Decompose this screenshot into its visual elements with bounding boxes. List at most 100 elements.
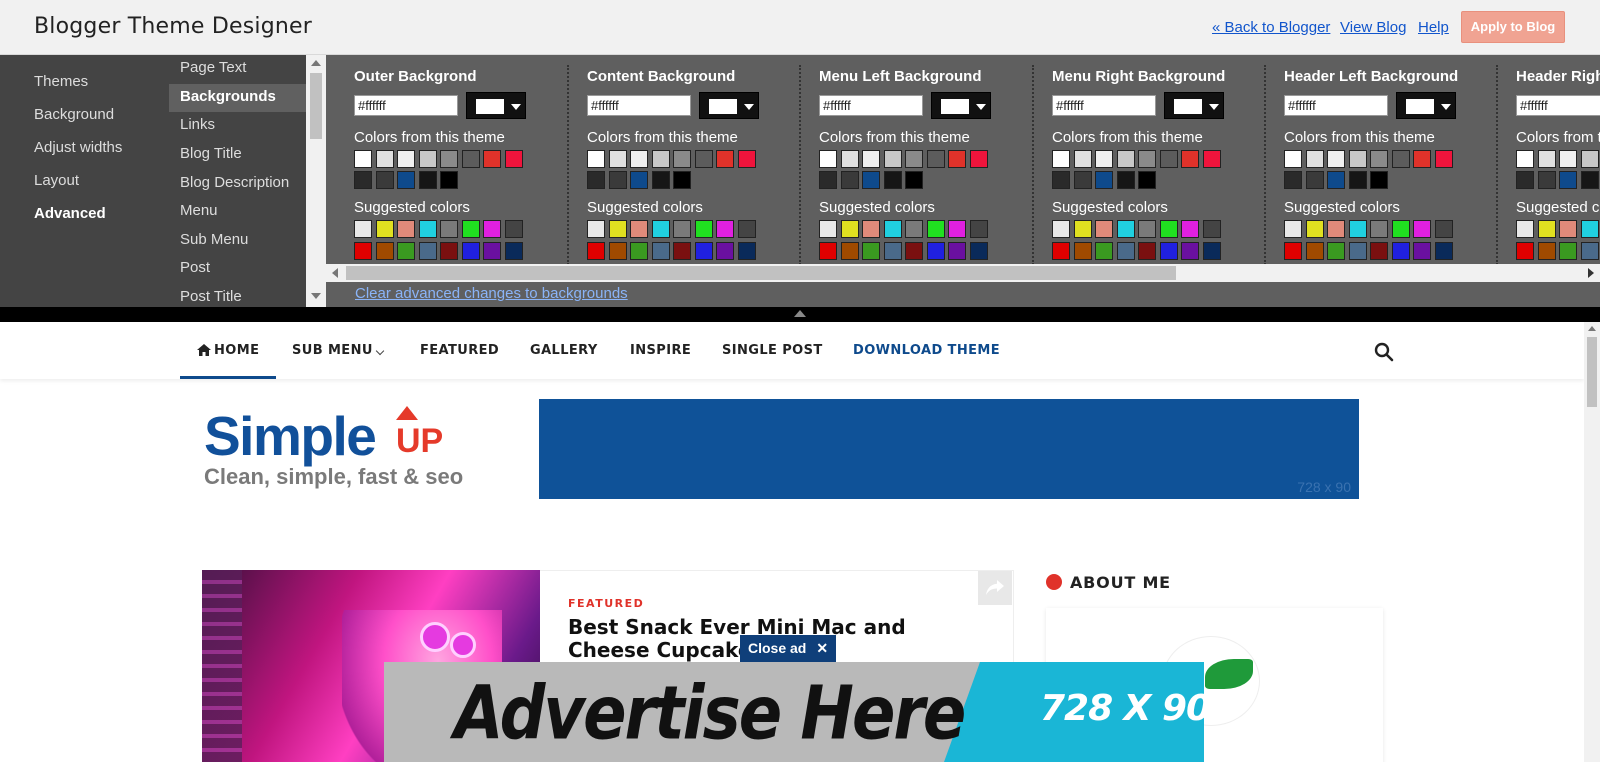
- color-swatch[interactable]: [1580, 242, 1599, 260]
- color-swatch[interactable]: [1413, 220, 1431, 238]
- color-swatch[interactable]: [440, 220, 458, 238]
- color-swatch[interactable]: [1580, 220, 1599, 238]
- color-swatch[interactable]: [1073, 150, 1092, 168]
- color-swatch[interactable]: [948, 242, 966, 260]
- color-swatch[interactable]: [397, 150, 415, 168]
- nav-layout[interactable]: Layout: [34, 172, 79, 189]
- nav-gallery[interactable]: GALLERY: [530, 343, 598, 358]
- color-picker-dropdown[interactable]: [699, 92, 759, 119]
- color-swatch[interactable]: [1138, 150, 1156, 168]
- color-swatch[interactable]: [651, 171, 670, 189]
- collapse-arrow-icon[interactable]: [794, 310, 806, 317]
- color-swatch[interactable]: [375, 220, 394, 238]
- color-swatch[interactable]: [673, 220, 691, 238]
- color-swatch[interactable]: [1516, 220, 1534, 238]
- color-swatch[interactable]: [1159, 150, 1178, 168]
- color-swatch[interactable]: [1181, 220, 1199, 238]
- color-swatch[interactable]: [504, 150, 523, 168]
- color-swatch[interactable]: [926, 220, 945, 238]
- section-post[interactable]: Post: [169, 255, 306, 283]
- color-swatch[interactable]: [1348, 220, 1367, 238]
- color-swatch[interactable]: [1116, 171, 1135, 189]
- color-swatch[interactable]: [1434, 220, 1453, 238]
- color-swatch[interactable]: [651, 150, 670, 168]
- color-swatch[interactable]: [1116, 150, 1135, 168]
- color-swatch[interactable]: [1284, 242, 1302, 260]
- color-swatch[interactable]: [440, 150, 458, 168]
- color-swatch[interactable]: [716, 242, 734, 260]
- color-swatch[interactable]: [1434, 242, 1453, 260]
- color-swatch[interactable]: [905, 171, 923, 189]
- section-backgrounds[interactable]: Backgrounds: [169, 84, 306, 112]
- blog-logo[interactable]: Simple UP Clean, simple, fast & seo: [200, 404, 480, 494]
- color-swatch[interactable]: [630, 220, 648, 238]
- color-swatch[interactable]: [1138, 242, 1156, 260]
- color-swatch[interactable]: [840, 171, 859, 189]
- scroll-up-arrow-icon[interactable]: [1588, 326, 1596, 331]
- color-swatch[interactable]: [418, 220, 437, 238]
- color-swatch[interactable]: [948, 150, 966, 168]
- color-swatch[interactable]: [862, 150, 880, 168]
- color-swatch[interactable]: [1370, 220, 1388, 238]
- color-swatch[interactable]: [1284, 171, 1302, 189]
- color-swatch[interactable]: [926, 242, 945, 260]
- color-swatch[interactable]: [1348, 171, 1367, 189]
- section-blog-title[interactable]: Blog Title: [169, 141, 306, 169]
- hex-color-input[interactable]: [354, 95, 458, 116]
- color-picker-dropdown[interactable]: [931, 92, 991, 119]
- hex-color-input[interactable]: [819, 95, 923, 116]
- color-swatch[interactable]: [840, 220, 859, 238]
- color-swatch[interactable]: [1348, 150, 1367, 168]
- nav-inspire[interactable]: INSPIRE: [630, 343, 691, 358]
- color-swatch[interactable]: [587, 171, 605, 189]
- color-swatch[interactable]: [694, 242, 713, 260]
- hex-color-input[interactable]: [1052, 95, 1156, 116]
- scrollbar-thumb[interactable]: [310, 73, 322, 139]
- color-swatch[interactable]: [1391, 220, 1410, 238]
- color-swatch[interactable]: [862, 171, 880, 189]
- color-swatch[interactable]: [1327, 242, 1345, 260]
- color-swatch[interactable]: [354, 242, 372, 260]
- color-swatch[interactable]: [840, 242, 859, 260]
- color-swatch[interactable]: [1434, 150, 1453, 168]
- color-swatch[interactable]: [1052, 171, 1070, 189]
- scroll-right-arrow-icon[interactable]: [1588, 268, 1594, 278]
- color-swatch[interactable]: [461, 242, 480, 260]
- color-swatch[interactable]: [673, 242, 691, 260]
- color-swatch[interactable]: [1159, 242, 1178, 260]
- section-sub-menu[interactable]: Sub Menu: [169, 227, 306, 255]
- color-swatch[interactable]: [354, 220, 372, 238]
- clear-advanced-changes-link[interactable]: Clear advanced changes to backgrounds: [355, 285, 628, 302]
- scroll-left-arrow-icon[interactable]: [332, 268, 338, 278]
- section-blog-description[interactable]: Blog Description: [169, 170, 306, 198]
- color-swatch[interactable]: [630, 171, 648, 189]
- color-swatch[interactable]: [716, 150, 734, 168]
- nav-single-post[interactable]: SINGLE POST: [722, 343, 823, 358]
- color-swatch[interactable]: [1327, 171, 1345, 189]
- color-swatch[interactable]: [397, 171, 415, 189]
- color-swatch[interactable]: [1327, 220, 1345, 238]
- color-swatch[interactable]: [1327, 150, 1345, 168]
- color-swatch[interactable]: [883, 242, 902, 260]
- color-swatch[interactable]: [1516, 171, 1534, 189]
- color-swatch[interactable]: [819, 242, 837, 260]
- color-swatch[interactable]: [1138, 171, 1156, 189]
- color-picker-dropdown[interactable]: [1164, 92, 1224, 119]
- color-swatch[interactable]: [1348, 242, 1367, 260]
- preview-scrollbar[interactable]: [1584, 322, 1600, 762]
- color-swatch[interactable]: [1413, 150, 1431, 168]
- color-swatch[interactable]: [483, 150, 501, 168]
- color-swatch[interactable]: [418, 171, 437, 189]
- color-swatch[interactable]: [862, 220, 880, 238]
- color-swatch[interactable]: [608, 150, 627, 168]
- color-swatch[interactable]: [862, 242, 880, 260]
- color-swatch[interactable]: [608, 171, 627, 189]
- post-category[interactable]: FEATURED: [568, 597, 644, 610]
- color-swatch[interactable]: [1559, 220, 1577, 238]
- color-swatch[interactable]: [397, 242, 415, 260]
- apply-to-blog-button[interactable]: Apply to Blog: [1461, 11, 1565, 43]
- color-swatch[interactable]: [587, 220, 605, 238]
- color-swatch[interactable]: [461, 150, 480, 168]
- color-swatch[interactable]: [1370, 242, 1388, 260]
- color-swatch[interactable]: [1284, 220, 1302, 238]
